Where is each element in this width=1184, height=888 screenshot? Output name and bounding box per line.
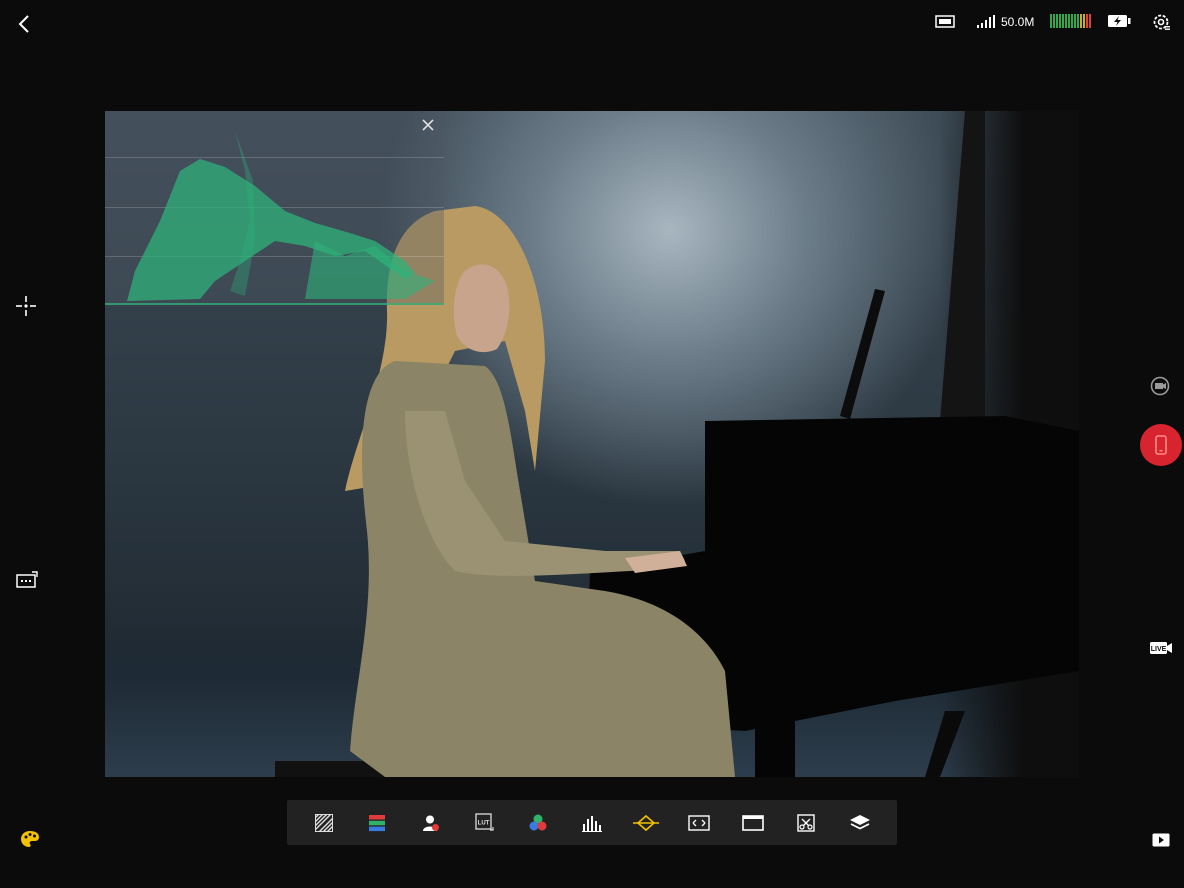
- waveform-trace: [105, 131, 444, 305]
- zebra-stripes-icon: [314, 813, 333, 832]
- aspect-ratio-button[interactable]: [14, 569, 40, 591]
- record-button[interactable]: [1140, 424, 1182, 466]
- focus-peaking-button[interactable]: [14, 294, 38, 318]
- record-phone-icon: [1155, 435, 1167, 455]
- svg-text:LIVE: LIVE: [1151, 646, 1167, 653]
- audio-level-meter-icon: [1050, 14, 1091, 28]
- camera-switch-button[interactable]: [1148, 374, 1172, 398]
- letterbox-icon: [742, 814, 764, 831]
- false-color-tool[interactable]: [362, 808, 392, 838]
- close-icon: [422, 119, 434, 131]
- person-icon: [423, 815, 440, 831]
- playback-button[interactable]: [1150, 830, 1172, 850]
- frame-guide-icon: [688, 814, 710, 831]
- audio-level-meter: [1050, 14, 1092, 28]
- palette-button[interactable]: [18, 828, 42, 850]
- anamorphic-tool[interactable]: [791, 808, 821, 838]
- signal-value: 50.0M: [1001, 15, 1035, 29]
- skin-tone-tool[interactable]: [416, 808, 446, 838]
- false-color-icon: [369, 814, 386, 831]
- monitor-button[interactable]: [934, 13, 956, 31]
- rgb-circles-icon: [529, 814, 547, 830]
- letterbox-tool[interactable]: [738, 808, 768, 838]
- waveform-icon: [632, 814, 659, 831]
- live-stream-button[interactable]: LIVE: [1148, 638, 1174, 658]
- palette-icon: [21, 831, 39, 847]
- signal-bars-icon: [977, 15, 995, 28]
- camera-preview[interactable]: [105, 111, 1079, 777]
- play-icon: [1152, 833, 1170, 847]
- layers-icon: [850, 814, 871, 830]
- battery-charging-icon: [1108, 15, 1131, 27]
- histogram-tool[interactable]: [577, 808, 607, 838]
- lut-tool[interactable]: LUT: [470, 808, 500, 838]
- histogram-icon: [581, 815, 602, 832]
- live-stream-icon: LIVE: [1150, 642, 1172, 654]
- gear-settings-icon: [1153, 14, 1170, 30]
- zebra-tool[interactable]: [309, 808, 339, 838]
- aspect-ratio-icon: [16, 571, 38, 588]
- layers-tool[interactable]: [845, 808, 875, 838]
- signal-indicator: 50.0M: [976, 13, 1034, 31]
- desqueeze-icon: [797, 813, 816, 832]
- crosshair-icon: [16, 296, 36, 316]
- settings-button[interactable]: [1150, 11, 1172, 33]
- monitoring-toolbar: LUT: [287, 800, 897, 845]
- waveform-close-button[interactable]: [418, 115, 438, 135]
- frame-guide-tool[interactable]: [684, 808, 714, 838]
- battery-indicator: [1106, 13, 1132, 29]
- chevron-left-icon: [18, 15, 29, 33]
- svg-text:LUT: LUT: [477, 820, 489, 826]
- color-channels-tool[interactable]: [523, 808, 553, 838]
- monitor-icon: [935, 15, 955, 28]
- waveform-tool[interactable]: [631, 808, 661, 838]
- camera-switch-icon: [1150, 376, 1170, 396]
- back-button[interactable]: [12, 12, 36, 36]
- lut-icon: LUT: [475, 812, 494, 831]
- waveform-overlay: [105, 111, 444, 305]
